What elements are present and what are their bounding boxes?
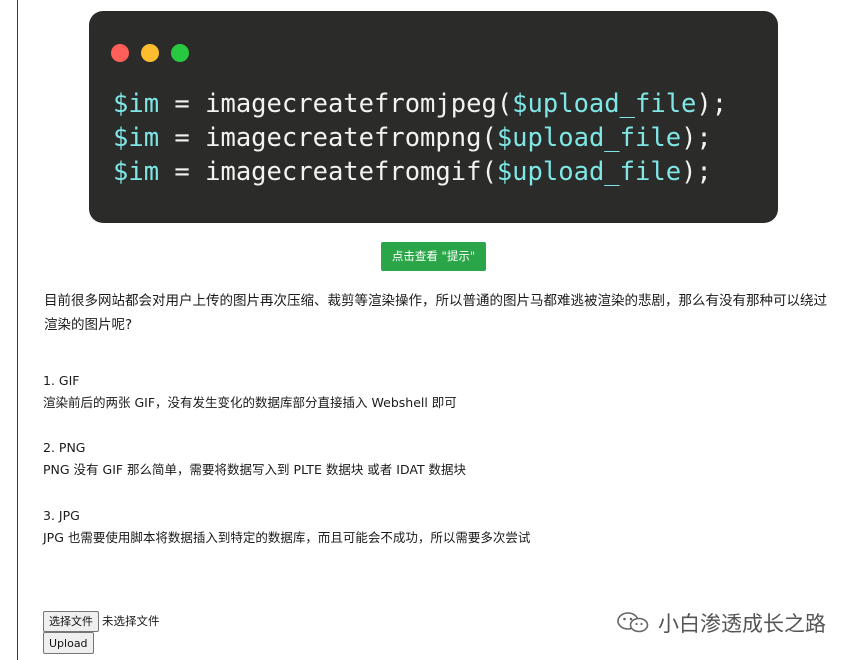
code-end: );	[681, 157, 712, 187]
code-func: imagecreatefrompng(	[205, 123, 497, 153]
upload-button[interactable]: Upload	[43, 632, 94, 654]
code-op: =	[159, 157, 206, 187]
code-func: imagecreatefromjpeg(	[205, 89, 513, 119]
intro-paragraph: 目前很多网站都会对用户上传的图片再次压缩、裁剪等渲染操作，所以普通的图片马都难逃…	[44, 293, 827, 333]
code-var: $im	[113, 157, 160, 187]
code-screenshot: $im = imagecreatefromjpeg($upload_file);…	[89, 11, 778, 223]
section-title: 2. PNG	[43, 440, 86, 455]
window-maximize-dot	[171, 44, 189, 62]
choose-file-button[interactable]: 选择文件	[43, 610, 99, 632]
code-block: $im = imagecreatefromjpeg($upload_file);…	[113, 87, 727, 189]
section-title: 1. GIF	[43, 373, 80, 388]
section-title: 3. JPG	[43, 508, 80, 523]
code-func: imagecreatefromgif(	[205, 157, 497, 187]
section-description: 渲染前后的两张 GIF，没有发生变化的数据库部分直接插入 Webshell 即可	[43, 395, 457, 410]
section-jpg: 3. JPG JPG 也需要使用脚本将数据插入到特定的数据库，而且可能会不成功，…	[43, 505, 530, 549]
code-line: $im = imagecreatefromgif($upload_file);	[113, 155, 727, 189]
code-arg: $upload_file	[512, 89, 697, 119]
code-end: );	[681, 123, 712, 153]
watermark: 小白渗透成长之路	[616, 608, 826, 638]
show-hint-button[interactable]: 点击查看 "提示"	[381, 242, 486, 271]
code-var: $im	[113, 89, 160, 119]
window-minimize-dot	[141, 44, 159, 62]
code-line: $im = imagecreatefromjpeg($upload_file);	[113, 87, 727, 121]
file-status-text: 未选择文件	[102, 613, 160, 628]
code-op: =	[159, 123, 206, 153]
page-left-border	[17, 0, 18, 660]
file-input: 选择文件 未选择文件	[43, 610, 160, 632]
section-description: PNG 没有 GIF 那么简单，需要将数据写入到 PLTE 数据块 或者 IDA…	[43, 462, 467, 477]
section-png: 2. PNG PNG 没有 GIF 那么简单，需要将数据写入到 PLTE 数据块…	[43, 437, 466, 481]
wechat-icon	[617, 612, 649, 633]
code-arg: $upload_file	[496, 157, 682, 187]
code-end: );	[696, 89, 728, 119]
code-var: $im	[113, 123, 160, 153]
code-op: =	[159, 89, 206, 119]
window-close-dot	[111, 44, 129, 62]
section-description: JPG 也需要使用脚本将数据插入到特定的数据库，而且可能会不成功，所以需要多次尝…	[43, 530, 531, 545]
code-line: $im = imagecreatefrompng($upload_file);	[113, 121, 727, 155]
watermark-text: 小白渗透成长之路	[658, 612, 826, 636]
section-gif: 1. GIF 渲染前后的两张 GIF，没有发生变化的数据库部分直接插入 Webs…	[43, 370, 457, 414]
code-arg: $upload_file	[496, 123, 682, 153]
